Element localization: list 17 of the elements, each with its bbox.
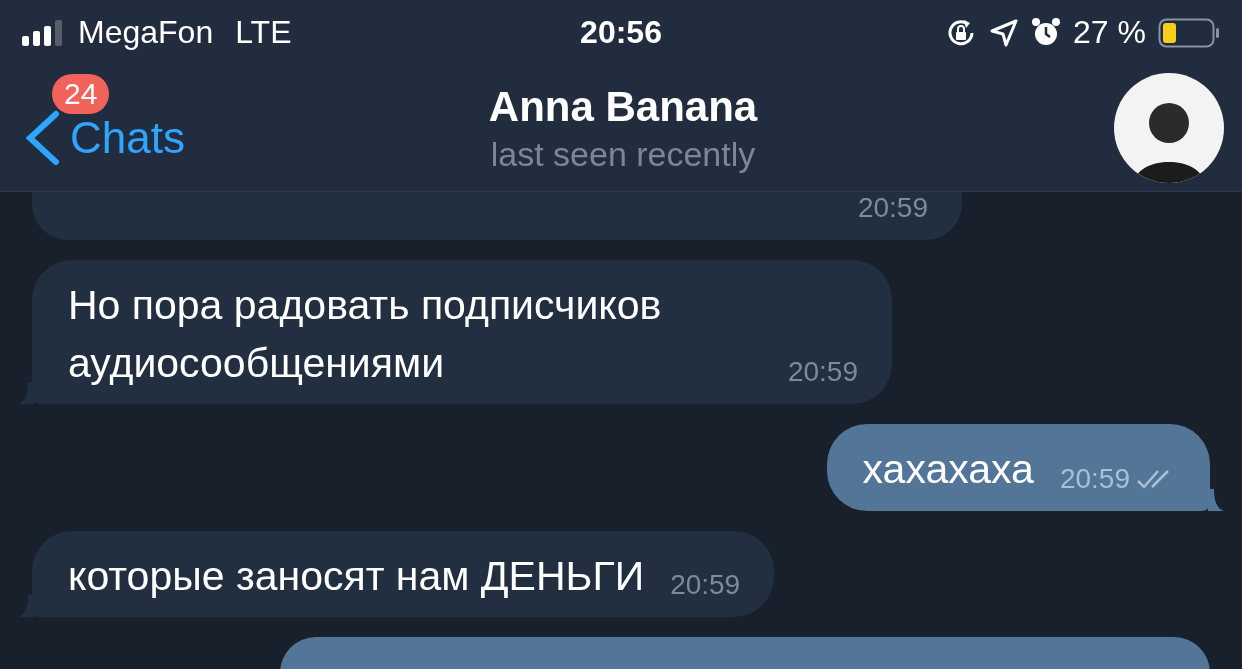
unread-badge: 24 xyxy=(52,74,110,114)
carrier-name: MegaFon xyxy=(78,14,214,51)
chat-title: Anna Banana xyxy=(488,82,758,131)
clock: 20:56 xyxy=(580,14,662,51)
message-time: 20:59 xyxy=(787,356,858,389)
battery-icon xyxy=(1158,17,1220,48)
location-arrow-icon xyxy=(989,17,1020,48)
message-text: которые заносят нам ДЕНЬГИ xyxy=(68,551,645,601)
battery-percentage: 27 % xyxy=(1073,14,1146,51)
message-text: Но пора радовать подписчиков аудиосообщениями xyxy=(68,281,663,389)
back-link[interactable]: Chats xyxy=(70,113,185,163)
message-text: хахахаха xyxy=(862,445,1034,495)
message-time: 20:59 xyxy=(1059,462,1130,495)
message-time: 20:59 xyxy=(857,192,928,224)
last-seen-status: last seen recently xyxy=(490,134,756,174)
message-time: 20:59 xyxy=(670,568,741,601)
network-type: LTE xyxy=(235,14,292,51)
